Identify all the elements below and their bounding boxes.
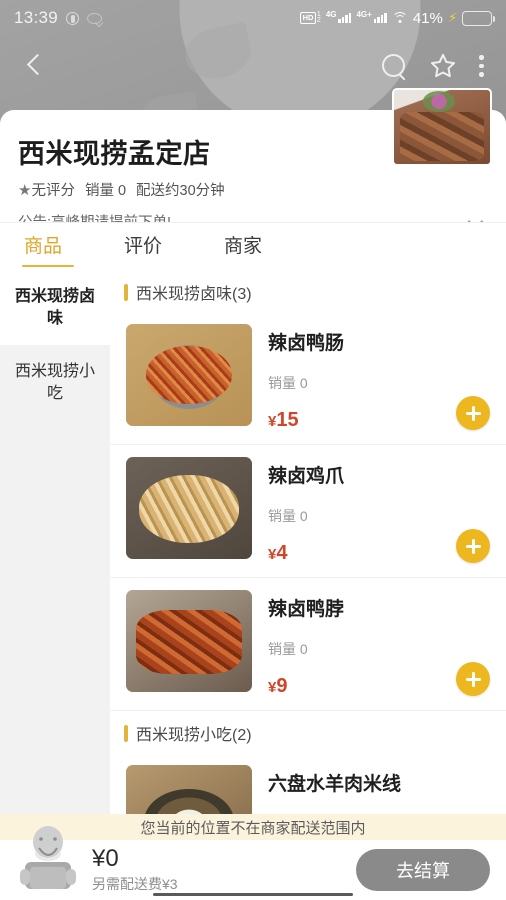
status-bar-right: HD 1 2 4G 4G+ 41% ⚡ xyxy=(300,10,492,27)
product-info: 六盘水羊肉米线 销量 0 ¥11 xyxy=(268,765,490,818)
product-image xyxy=(126,324,252,426)
product-sales: 销量 0 xyxy=(268,506,490,526)
cart-total-price: ¥0 xyxy=(92,846,356,871)
battery-icon xyxy=(462,11,492,26)
product-image xyxy=(126,765,252,818)
checkout-button[interactable]: 去结算 xyxy=(356,849,490,891)
more-vertical-icon[interactable] xyxy=(479,53,484,79)
nav-actions xyxy=(381,52,484,80)
product-thumbnail[interactable] xyxy=(126,324,252,426)
shop-sales: 销量 0 xyxy=(85,179,126,200)
product-image xyxy=(126,590,252,692)
shop-rating-label: 无评分 xyxy=(31,183,75,199)
status-bar-left: 13:39 xyxy=(14,8,102,28)
cart-bottom-bar: ¥0 另需配送费¥3 去结算 xyxy=(0,840,506,900)
message-icon xyxy=(87,13,102,24)
hd-label: HD xyxy=(300,12,316,24)
hd-sub: 2 xyxy=(317,18,321,24)
table-row[interactable]: 辣卤鸭肠 销量 0 ¥15 xyxy=(110,312,506,445)
product-sales: 销量 0 xyxy=(268,373,490,393)
alarm-icon xyxy=(66,12,79,25)
status-bar-clock: 13:39 xyxy=(14,8,58,28)
shop-header-thumbnail[interactable] xyxy=(392,88,492,166)
shop-tabs: 商品 评价 商家 xyxy=(0,222,506,270)
top-navigation-bar xyxy=(0,40,506,92)
delivery-person-cart-icon[interactable] xyxy=(12,822,84,894)
signal-sim2-icon: 4G+ xyxy=(356,13,386,23)
shop-thumbnail-image xyxy=(394,90,490,164)
add-to-cart-plus-icon[interactable] xyxy=(456,529,490,563)
network-type-2: 4G+ xyxy=(356,10,371,19)
product-name: 辣卤鸡爪 xyxy=(268,461,490,488)
tab-merchant[interactable]: 商家 xyxy=(224,231,262,262)
product-sales: 销量 0 xyxy=(268,639,490,659)
status-bar: 13:39 HD 1 2 4G 4G+ 41% ⚡ xyxy=(0,0,506,36)
product-name: 六盘水羊肉米线 xyxy=(268,769,490,796)
price-value: 9 xyxy=(276,675,287,697)
tab-products[interactable]: 商品 xyxy=(24,231,62,262)
cart-summary: ¥0 另需配送费¥3 xyxy=(92,846,356,893)
product-image xyxy=(126,457,252,559)
network-type-1: 4G xyxy=(326,10,337,19)
product-info: 辣卤鸭脖 销量 0 ¥9 xyxy=(268,590,490,698)
menu-content: 西米现捞卤味 西米现捞小吃 西米现捞卤味(3) 辣卤鸭肠 销量 0 ¥15 辣卤… xyxy=(0,270,506,818)
lightning-bolt-icon: ⚡ xyxy=(447,10,458,26)
section-header-snacks: 西米现捞小吃(2) xyxy=(110,711,506,753)
sidebar-item-snacks[interactable]: 西米现捞小吃 xyxy=(0,345,110,420)
product-thumbnail[interactable] xyxy=(126,590,252,692)
section-accent-bar xyxy=(124,284,128,301)
table-row[interactable]: 辣卤鸡爪 销量 0 ¥4 xyxy=(110,445,506,578)
home-indicator xyxy=(153,893,353,896)
section-accent-bar xyxy=(124,725,128,742)
product-name: 辣卤鸭脖 xyxy=(268,594,490,621)
price-value: 4 xyxy=(276,542,287,564)
wifi-icon xyxy=(392,12,408,24)
product-thumbnail[interactable] xyxy=(126,765,252,818)
product-name: 辣卤鸭肠 xyxy=(268,328,490,355)
product-list: 西米现捞卤味(3) 辣卤鸭肠 销量 0 ¥15 辣卤鸡爪 销量 0 ¥4 xyxy=(110,270,506,818)
star-filled-icon: ★ xyxy=(18,182,31,199)
signal-bars-1 xyxy=(338,13,351,23)
section-header-braised: 西米现捞卤味(3) xyxy=(110,270,506,312)
tab-reviews[interactable]: 评价 xyxy=(124,231,162,262)
product-info: 辣卤鸭肠 销量 0 ¥15 xyxy=(268,324,490,432)
product-thumbnail[interactable] xyxy=(126,457,252,559)
signal-bars-2 xyxy=(374,13,387,23)
sidebar-item-braised[interactable]: 西米现捞卤味 xyxy=(0,270,110,345)
add-to-cart-plus-icon[interactable] xyxy=(456,662,490,696)
category-sidebar: 西米现捞卤味 西米现捞小吃 xyxy=(0,270,110,818)
search-icon[interactable] xyxy=(381,53,407,79)
table-row[interactable]: 辣卤鸭脖 销量 0 ¥9 xyxy=(110,578,506,711)
shop-rating: ★无评分 xyxy=(18,179,75,200)
shop-meta-row: ★无评分 销量 0 配送约30分钟 xyxy=(18,179,488,200)
add-to-cart-plus-icon[interactable] xyxy=(456,396,490,430)
star-outline-icon[interactable] xyxy=(429,52,457,80)
price-value: 15 xyxy=(276,409,298,431)
table-row[interactable]: 六盘水羊肉米线 销量 0 ¥11 xyxy=(110,753,506,818)
back-arrow-icon[interactable] xyxy=(22,53,48,79)
shop-delivery-time: 配送约30分钟 xyxy=(136,179,225,200)
cart-delivery-fee: 另需配送费¥3 xyxy=(92,874,356,894)
section-title: 西米现捞卤味(3) xyxy=(136,280,252,304)
product-info: 辣卤鸡爪 销量 0 ¥4 xyxy=(268,457,490,565)
signal-sim1-icon: 4G xyxy=(326,13,352,23)
section-title: 西米现捞小吃(2) xyxy=(136,721,252,745)
hd-sim-indicator: 1 2 xyxy=(317,12,321,24)
hd-volte-icon: HD 1 2 xyxy=(300,12,321,24)
battery-percent-label: 41% xyxy=(413,10,443,27)
